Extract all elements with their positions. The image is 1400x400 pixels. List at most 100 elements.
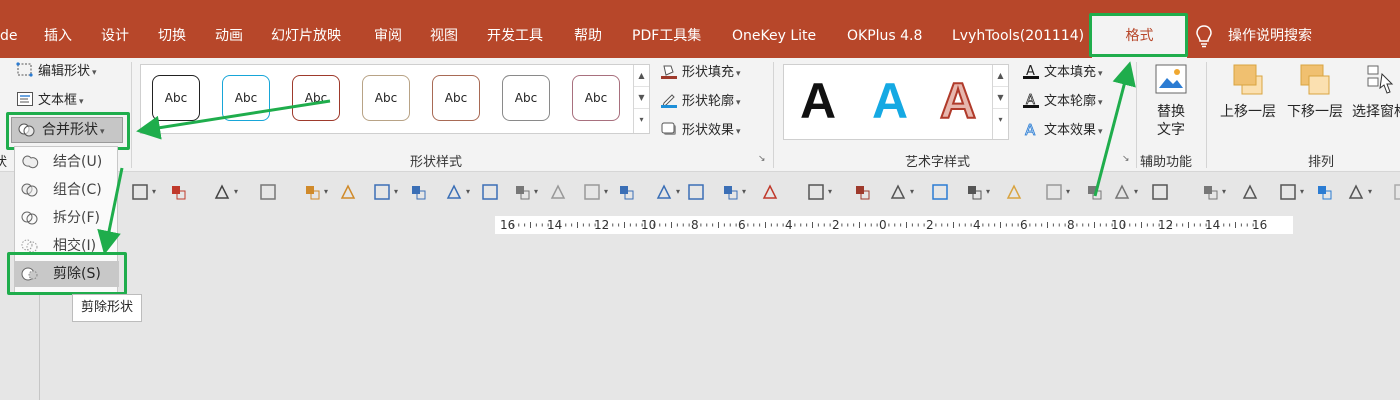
horizontal-ruler[interactable]: 16 14 12 10 8 6 4 2 0 2 4 6 8 10 12 14 16 (495, 216, 1293, 234)
toolbar-tool-icon[interactable] (130, 182, 150, 202)
alt-text-button[interactable]: 替换 文字 (1146, 62, 1196, 139)
chevron-down-icon[interactable]: ▾ (1300, 187, 1304, 196)
tab-slideshow[interactable]: 幻灯片放映 (271, 26, 341, 48)
shape-style-swatch[interactable]: Abc (432, 75, 480, 121)
tab-lvyhtools[interactable]: LvyhTools(201114) (952, 26, 1084, 48)
tab-transitions[interactable]: 切换 (158, 26, 186, 48)
tell-me-search[interactable]: 操作说明搜索 (1228, 26, 1312, 46)
toolbar-tool-icon[interactable] (1004, 182, 1024, 202)
toolbar-tool-icon[interactable] (1240, 182, 1260, 202)
toolbar-tool-icon[interactable] (1392, 182, 1400, 202)
menu-combine[interactable]: 组合(C) (15, 177, 119, 203)
menu-union[interactable]: 结合(U) (15, 149, 119, 175)
chevron-down-icon[interactable]: ▾ (1222, 187, 1226, 196)
shape-outline-button[interactable]: 形状轮廓 ▾ (660, 92, 741, 112)
lightbulb-icon[interactable] (1194, 24, 1214, 48)
tab-developer[interactable]: 开发工具 (487, 26, 543, 48)
toolbar-tool-icon[interactable] (480, 182, 500, 202)
chevron-down-icon[interactable]: ▾ (604, 187, 608, 196)
scroll-up-icon[interactable]: ▲ (634, 65, 649, 87)
toolbar-tool-icon[interactable] (444, 182, 464, 202)
toolbar-tool-icon[interactable] (930, 182, 950, 202)
chevron-down-icon[interactable]: ▾ (828, 187, 832, 196)
toolbar-tool-icon[interactable] (720, 182, 740, 202)
toolbar-tool-icon[interactable] (1084, 182, 1104, 202)
chevron-down-icon[interactable]: ▾ (534, 187, 538, 196)
text-effects-button[interactable]: A 文本效果 ▾ (1022, 121, 1103, 141)
toolbar-tool-icon[interactable] (258, 182, 278, 202)
toolbar-tool-icon[interactable] (548, 182, 568, 202)
edit-shape-button[interactable]: 编辑形状 ▾ (16, 62, 97, 82)
toolbar-tool-icon[interactable] (1346, 182, 1366, 202)
toolbar-tool-icon[interactable] (408, 182, 428, 202)
chevron-down-icon[interactable]: ▾ (234, 187, 238, 196)
scroll-down-icon[interactable]: ▼ (993, 87, 1008, 109)
scroll-up-icon[interactable]: ▲ (993, 65, 1008, 87)
toolbar-tool-icon[interactable] (512, 182, 532, 202)
chevron-down-icon[interactable]: ▾ (152, 187, 156, 196)
tab-view[interactable]: 视图 (430, 26, 458, 48)
selection-pane-button[interactable]: 选择窗格 (1348, 62, 1400, 121)
toolbar-tool-icon[interactable] (372, 182, 392, 202)
toolbar-tool-icon[interactable] (760, 182, 780, 202)
tab-animations[interactable]: 动画 (215, 26, 243, 48)
toolbar-tool-icon[interactable] (852, 182, 872, 202)
toolbar-tool-icon[interactable] (1044, 182, 1064, 202)
wordart-styles-gallery[interactable]: A A A ▲ ▼ ▾ (783, 64, 1009, 140)
toolbar-tool-icon[interactable] (1314, 182, 1334, 202)
gallery-scrollbar[interactable]: ▲ ▼ ▾ (992, 65, 1008, 139)
dialog-launcher-icon[interactable]: ↘ (1122, 154, 1130, 164)
toolbar-tool-icon[interactable] (686, 182, 706, 202)
menu-fragment[interactable]: 拆分(F) (15, 205, 119, 231)
wordart-style-black[interactable]: A (800, 69, 836, 133)
chevron-down-icon[interactable]: ▾ (986, 187, 990, 196)
shape-style-swatch[interactable]: Abc (572, 75, 620, 121)
dialog-launcher-icon[interactable]: ↘ (758, 154, 766, 164)
chevron-down-icon[interactable]: ▾ (676, 187, 680, 196)
shape-style-swatch[interactable]: Abc (292, 75, 340, 121)
gallery-scrollbar[interactable]: ▲ ▼ ▾ (633, 65, 649, 133)
chevron-down-icon[interactable]: ▾ (742, 187, 746, 196)
tab-onekey-lite[interactable]: OneKey Lite (732, 26, 816, 48)
bring-forward-button[interactable]: 上移一层 (1216, 62, 1280, 121)
text-outline-button[interactable]: A 文本轮廓 ▾ (1022, 92, 1103, 112)
toolbar-tool-icon[interactable] (168, 182, 188, 202)
wordart-style-red-outline[interactable]: A (939, 69, 977, 133)
tab-help[interactable]: 帮助 (574, 26, 602, 48)
chevron-down-icon[interactable]: ▾ (1368, 187, 1372, 196)
chevron-down-icon[interactable]: ▾ (1134, 187, 1138, 196)
shape-style-swatch[interactable]: Abc (502, 75, 550, 121)
shape-style-swatch[interactable]: Abc (152, 75, 200, 121)
chevron-down-icon[interactable]: ▾ (466, 187, 470, 196)
tab-design-partial[interactable]: de (0, 26, 18, 48)
tab-okplus[interactable]: OKPlus 4.8 (847, 26, 922, 48)
scroll-down-icon[interactable]: ▼ (634, 87, 649, 109)
shape-effects-button[interactable]: 形状效果 ▾ (660, 121, 741, 141)
gallery-more-icon[interactable]: ▾ (634, 109, 649, 131)
shape-styles-gallery[interactable]: Abc Abc Abc Abc Abc Abc Abc ▲ ▼ ▾ (140, 64, 650, 134)
toolbar-tool-icon[interactable] (302, 182, 322, 202)
wordart-style-blue[interactable]: A (872, 69, 908, 133)
toolbar-tool-icon[interactable] (964, 182, 984, 202)
tab-review[interactable]: 审阅 (374, 26, 402, 48)
toolbar-tool-icon[interactable] (616, 182, 636, 202)
toolbar-tool-icon[interactable] (888, 182, 908, 202)
send-backward-button[interactable]: 下移一层 (1283, 62, 1347, 121)
tab-pdf-tools[interactable]: PDF工具集 (632, 26, 701, 48)
toolbar-tool-icon[interactable] (1112, 182, 1132, 202)
toolbar-tool-icon[interactable] (1200, 182, 1220, 202)
toolbar-tool-icon[interactable] (806, 182, 826, 202)
toolbar-tool-icon[interactable] (212, 182, 232, 202)
toolbar-tool-icon[interactable] (1150, 182, 1170, 202)
gallery-more-icon[interactable]: ▾ (993, 109, 1008, 131)
toolbar-tool-icon[interactable] (1278, 182, 1298, 202)
chevron-down-icon[interactable]: ▾ (394, 187, 398, 196)
shape-fill-button[interactable]: 形状填充 ▾ (660, 63, 741, 83)
slide-canvas[interactable] (41, 240, 1400, 400)
toolbar-tool-icon[interactable] (654, 182, 674, 202)
tab-design[interactable]: 设计 (101, 26, 129, 48)
shape-style-swatch[interactable]: Abc (362, 75, 410, 121)
toolbar-tool-icon[interactable] (338, 182, 358, 202)
tab-insert[interactable]: 插入 (44, 26, 72, 48)
shape-style-swatch[interactable]: Abc (222, 75, 270, 121)
